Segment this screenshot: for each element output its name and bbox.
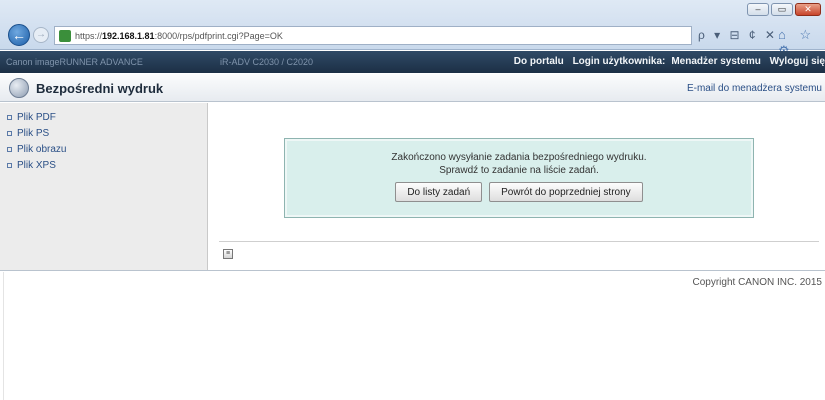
footer-divider — [0, 270, 825, 271]
to-job-list-button[interactable]: Do listy zadań — [395, 182, 483, 202]
site-favicon-icon — [59, 29, 71, 42]
url-rest: :8000/rps/pdfprint.cgi?Page=OK — [154, 30, 283, 41]
bullet-icon — [7, 146, 12, 152]
page-top-icon[interactable]: ≡ — [223, 249, 233, 259]
login-user-label: Login użytkownika: — [572, 56, 666, 67]
main-content: Zakończono wysyłanie zadania bezpośredni… — [209, 103, 825, 270]
message-line-2: Sprawdź to zadanie na liście zadań. — [439, 165, 599, 176]
maximize-button[interactable]: ▭ — [771, 3, 793, 16]
admin-email-link[interactable]: E-mail do menadżera systemu — [687, 83, 822, 94]
direct-print-icon — [9, 78, 29, 98]
url-text: https://192.168.1.81:8000/rps/pdfprint.c… — [75, 31, 283, 41]
sidebar-item-pdf[interactable]: Plik PDF — [0, 109, 207, 125]
to-portal-link[interactable]: Do portalu — [514, 56, 564, 67]
sidebar-item-ps[interactable]: Plik PS — [0, 125, 207, 141]
address-tools-icons[interactable]: ρ ▾ ⊟ ¢ ✕ — [698, 28, 778, 42]
minimize-button[interactable]: – — [747, 3, 769, 16]
close-window-button[interactable]: ✕ — [795, 3, 821, 16]
forward-arrow-icon[interactable]: → — [33, 27, 49, 43]
device-brand-text: Canon imageRUNNER ADVANCE — [6, 57, 143, 67]
url-host: 192.168.1.81 — [102, 30, 155, 41]
window-controls: – ▭ ✕ — [747, 3, 821, 16]
sidebar-item-xps[interactable]: Plik XPS — [0, 157, 207, 173]
content-divider — [219, 241, 819, 242]
copyright-text: Copyright CANON INC. 2015 — [692, 277, 823, 288]
user-name: Menadżer systemu — [671, 56, 761, 67]
back-arrow-icon[interactable]: ← — [8, 24, 30, 46]
page-edge — [3, 272, 4, 400]
bullet-icon — [7, 162, 12, 168]
browser-chrome: – ▭ ✕ ← → https://192.168.1.81:8000/rps/… — [0, 0, 825, 58]
logout-link[interactable]: Wyloguj się — [770, 56, 825, 67]
sidebar-item-label: Plik obrazu — [17, 143, 67, 155]
portal-bar: Canon imageRUNNER ADVANCE iR-ADV C2030 /… — [0, 51, 825, 73]
device-model-text: iR-ADV C2030 / C2020 — [220, 57, 314, 67]
address-bar[interactable]: https://192.168.1.81:8000/rps/pdfprint.c… — [54, 26, 692, 45]
message-line-1: Zakończono wysyłanie zadania bezpośredni… — [391, 152, 647, 163]
message-buttons: Do listy zadań Powrót do poprzedniej str… — [285, 182, 753, 202]
sidebar-item-image[interactable]: Plik obrazu — [0, 141, 207, 157]
sidebar-item-label: Plik PS — [17, 127, 50, 139]
sidebar-item-label: Plik XPS — [17, 159, 56, 171]
page-title: Bezpośredni wydruk — [36, 81, 164, 96]
bullet-icon — [7, 130, 12, 136]
portal-user-area: Do portalu Login użytkownika: Menadżer sy… — [508, 56, 825, 67]
completion-message-box: Zakończono wysyłanie zadania bezpośredni… — [284, 138, 754, 218]
url-prefix: https:// — [75, 30, 103, 41]
page-header: Bezpośredni wydruk E-mail do menadżera s… — [0, 74, 825, 102]
back-to-previous-page-button[interactable]: Powrót do poprzedniej strony — [489, 182, 643, 202]
bullet-icon — [7, 114, 12, 120]
sidebar-item-label: Plik PDF — [17, 111, 56, 123]
sidebar: Plik PDF Plik PS Plik obrazu Plik XPS — [0, 103, 208, 270]
